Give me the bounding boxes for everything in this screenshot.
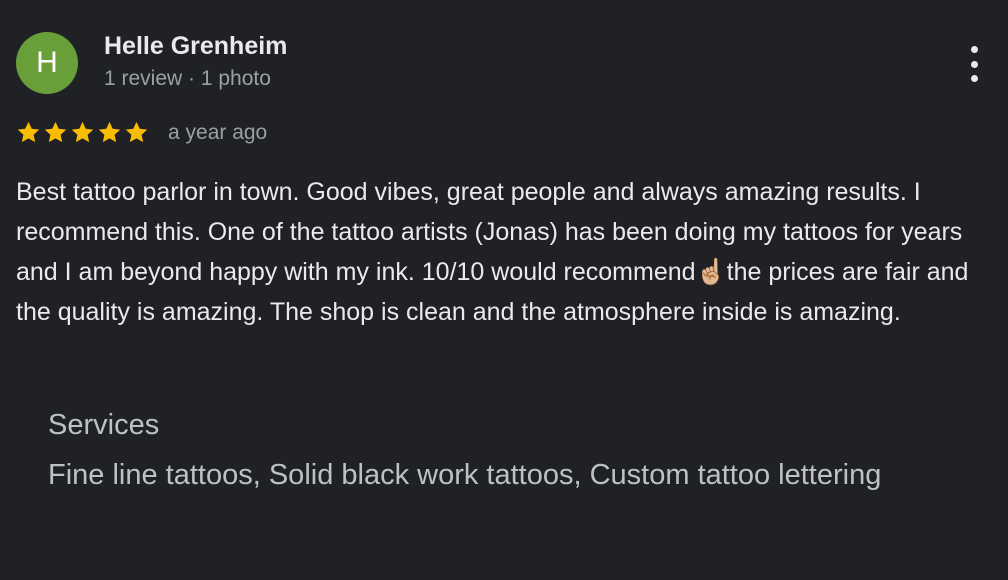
star-icon <box>44 121 67 142</box>
star-icon <box>125 121 148 142</box>
star-rating <box>16 117 151 147</box>
star-icon <box>71 121 94 142</box>
review-card: H Helle Grenheim 1 review · 1 photo a ye… <box>0 0 1008 580</box>
avatar[interactable]: H <box>16 32 78 94</box>
services-value: Fine line tattoos, Solid black work tatt… <box>48 459 882 491</box>
reviewer-meta: 1 review · 1 photo <box>104 67 271 90</box>
review-time: a year ago <box>168 121 268 144</box>
services-label: Services <box>48 409 160 441</box>
review-text: Best tattoo parlor in town. Good vibes, … <box>16 178 969 326</box>
more-dot-bottom <box>970 75 978 82</box>
star-icon <box>98 121 121 142</box>
star-icon <box>17 121 40 142</box>
more-dot-top <box>970 46 978 53</box>
more-options-icon[interactable] <box>956 42 992 86</box>
reviewer-name[interactable]: Helle Grenheim <box>104 32 287 61</box>
more-dot-middle <box>970 60 978 68</box>
